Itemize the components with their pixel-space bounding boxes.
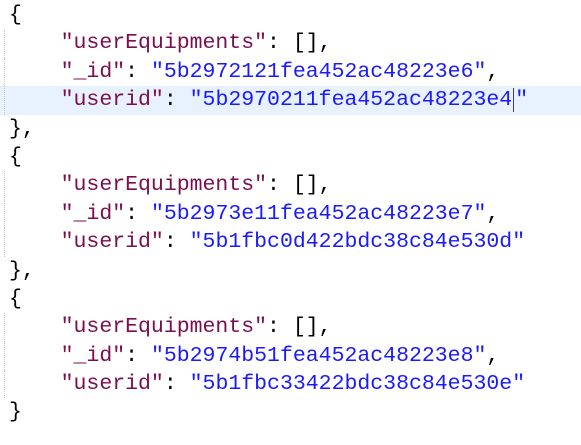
indent-guide (4, 228, 5, 257)
json-value: "5b2972121fea452ac48223e6" (150, 59, 487, 84)
current-line: "userid": "5b2970211fea452ac48223e4 " (0, 86, 581, 115)
code-line: }, (0, 257, 581, 285)
indent-guide (4, 341, 5, 371)
brace-open: { (9, 286, 22, 311)
colon: : (163, 230, 190, 255)
json-value: "5b1fbc33422bdc38c84e530e" (189, 372, 526, 397)
code-line: "userid": "5b1fbc0d422bdc38c84e530d" (0, 228, 581, 257)
colon: : (163, 88, 190, 113)
code-line: "_id": "5b2974b51fea452ac48223e8", (0, 341, 581, 371)
brace-open: { (9, 144, 22, 169)
code-line: { (0, 285, 581, 313)
json-editor[interactable]: { "userEquipments": [], "_id": "5b297212… (0, 1, 581, 427)
json-key: "userEquipments" (60, 173, 268, 198)
colon: : (125, 59, 151, 84)
code-line: { (0, 143, 581, 171)
indent-guide (4, 29, 5, 58)
code-line: "userEquipments": [], (0, 171, 581, 200)
colon: : (267, 315, 293, 340)
json-value: "5b2970211fea452ac48223e4 (189, 88, 513, 113)
code-line: } (0, 398, 581, 426)
code-line: "userEquipments": [], (0, 313, 581, 342)
json-value: [] (292, 315, 319, 340)
brace-close: } (9, 400, 22, 425)
code-line: }, (0, 115, 581, 143)
json-key: "userEquipments" (60, 315, 268, 340)
indent-guide (4, 199, 5, 229)
comma: , (486, 59, 500, 84)
json-key: "userid" (60, 88, 164, 113)
comma: , (318, 31, 332, 56)
json-value: "5b2974b51fea452ac48223e8" (150, 343, 487, 368)
json-value: "5b2973e11fea452ac48223e7" (150, 201, 487, 226)
indent-guide (4, 171, 5, 200)
json-value: [] (292, 31, 319, 56)
brace-close: }, (9, 116, 35, 141)
comma: , (318, 173, 332, 198)
indent-guide (4, 86, 5, 115)
code-line: { (0, 1, 581, 29)
brace-close: }, (9, 258, 35, 283)
colon: : (267, 173, 293, 198)
json-value: [] (292, 173, 319, 198)
comma: , (486, 343, 500, 368)
code-line: "_id": "5b2973e11fea452ac48223e7", (0, 199, 581, 229)
indent-guide (4, 313, 5, 342)
colon: : (267, 31, 293, 56)
comma: , (486, 201, 500, 226)
json-key: "_id" (60, 59, 126, 84)
colon: : (125, 201, 151, 226)
code-line: "userEquipments": [], (0, 29, 581, 58)
json-value-close-quote: " (515, 88, 529, 113)
colon: : (125, 343, 151, 368)
code-line: "_id": "5b2972121fea452ac48223e6", (0, 57, 581, 87)
json-key: "userid" (60, 230, 164, 255)
colon: : (163, 372, 190, 397)
brace-open: { (9, 3, 22, 27)
json-key: "_id" (60, 343, 126, 368)
json-key: "userEquipments" (60, 31, 268, 56)
json-key: "userid" (60, 372, 164, 397)
json-key: "_id" (60, 201, 126, 226)
comma: , (318, 315, 332, 340)
code-line: "userid": "5b1fbc33422bdc38c84e530e" (0, 370, 581, 399)
indent-guide (4, 57, 5, 87)
indent-guide (4, 370, 5, 399)
json-value: "5b1fbc0d422bdc38c84e530d" (189, 230, 526, 255)
